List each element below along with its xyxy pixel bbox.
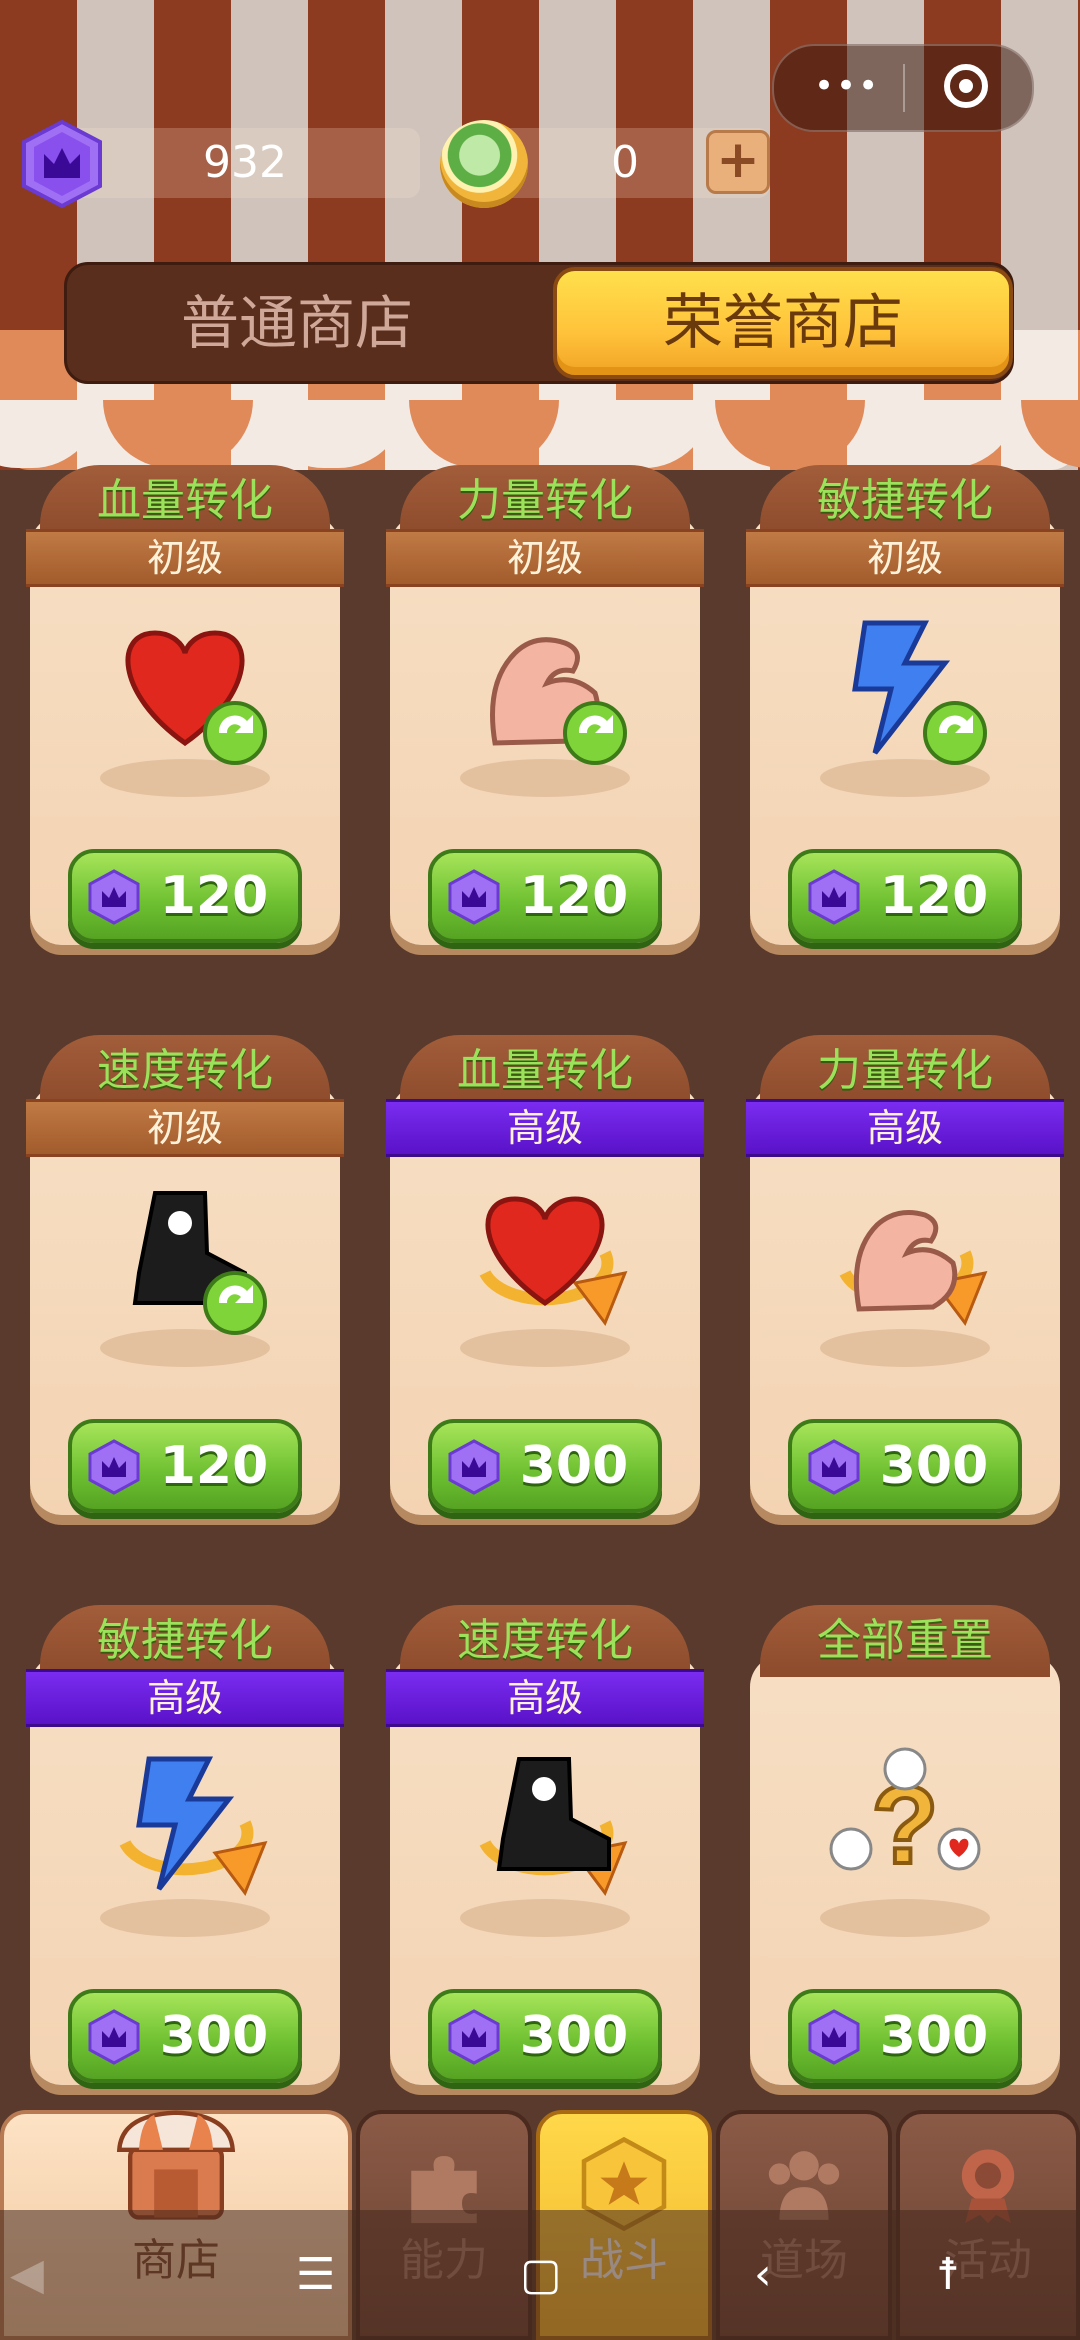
- shop-item-card[interactable]: 力量转化 高级 300: [746, 1035, 1064, 1525]
- tier-ribbon: 高级: [386, 1099, 704, 1157]
- card-title: 血量转化: [457, 1045, 633, 1096]
- miniprogram-capsule: •••: [772, 44, 1034, 132]
- shop-item-card[interactable]: 敏捷转化 高级 300: [26, 1605, 344, 2095]
- honor-gem-icon: [446, 869, 502, 925]
- system-nav-bar: ☰ ▢ ‹ ☨ ◀ ▶: [0, 2210, 1080, 2340]
- card-title: 血量转化: [97, 475, 273, 526]
- coins-value: 0: [611, 137, 639, 188]
- heart-swap-icon: [125, 630, 267, 765]
- shop-item-card[interactable]: 速度转化 高级 300: [386, 1605, 704, 2095]
- price-value: 120: [879, 866, 989, 926]
- price-value: 120: [159, 866, 269, 926]
- shop-item-card[interactable]: 力量转化 初级 120: [386, 465, 704, 955]
- buy-button[interactable]: 120: [68, 1419, 302, 1513]
- price-value: 300: [519, 1436, 629, 1496]
- awning-scallops: [0, 400, 1080, 470]
- price-value: 120: [519, 866, 629, 926]
- shop-item-card[interactable]: 敏捷转化 初级 120: [746, 465, 1064, 955]
- shop-item-card[interactable]: 血量转化 初级 120: [26, 465, 344, 955]
- tier-ribbon: 初级: [386, 529, 704, 587]
- system-menu-icon[interactable]: ☰: [296, 2250, 335, 2300]
- honor-points-value: 932: [203, 137, 287, 188]
- honor-gem-icon: [446, 2009, 502, 2065]
- card-title: 速度转化: [457, 1615, 633, 1666]
- tier-ribbon: 高级: [746, 1099, 1064, 1157]
- more-menu-icon[interactable]: •••: [814, 68, 878, 108]
- honor-gem-icon: [806, 869, 862, 925]
- buy-button[interactable]: 120: [428, 849, 662, 943]
- arm-swap-icon: [490, 637, 627, 765]
- buy-button[interactable]: 300: [788, 1419, 1022, 1513]
- buy-button[interactable]: 300: [68, 1989, 302, 2083]
- card-title: 速度转化: [97, 1045, 273, 1096]
- buy-button[interactable]: 300: [428, 1419, 662, 1513]
- tab-normal-shop[interactable]: 普通商店: [67, 265, 527, 381]
- shop-item-card[interactable]: 全部重置? 300: [750, 1605, 1060, 2095]
- card-title: 力量转化: [457, 475, 633, 526]
- shop-item-card[interactable]: 血量转化 高级 300: [386, 1035, 704, 1525]
- honor-gem-icon: [806, 2009, 862, 2065]
- shop-icon: [116, 2110, 236, 2220]
- tab-honor-shop[interactable]: 荣誉商店: [553, 267, 1013, 379]
- tier-ribbon: 初级: [746, 529, 1064, 587]
- card-title: 力量转化: [817, 1045, 993, 1096]
- tier-ribbon: 初级: [26, 529, 344, 587]
- close-target-icon[interactable]: [944, 64, 988, 108]
- tier-ribbon: 初级: [26, 1099, 344, 1157]
- left-arrow-icon[interactable]: ◀: [10, 2250, 44, 2300]
- boot-cycle-icon: [479, 1757, 628, 1897]
- tier-ribbon: 高级: [386, 1669, 704, 1727]
- reset-all-icon: ?: [829, 1747, 981, 1889]
- accessibility-icon[interactable]: ☨: [936, 2250, 960, 2300]
- boot-swap-icon: [132, 1191, 267, 1335]
- system-back-icon[interactable]: ‹: [754, 2250, 772, 2300]
- honor-gem-icon: [22, 120, 102, 208]
- price-value: 300: [879, 2006, 989, 2066]
- card-title: 敏捷转化: [97, 1615, 273, 1666]
- add-coins-button[interactable]: +: [706, 130, 770, 194]
- card-title: 全部重置: [817, 1615, 993, 1666]
- price-value: 300: [879, 1436, 989, 1496]
- honor-gem-icon: [446, 1439, 502, 1495]
- honor-gem-icon: [86, 869, 142, 925]
- heart-cycle-icon: [479, 1196, 628, 1327]
- buy-button[interactable]: 300: [428, 1989, 662, 2083]
- honor-gem-icon: [806, 1439, 862, 1495]
- capsule-divider: [903, 64, 905, 112]
- buy-button[interactable]: 120: [68, 849, 302, 943]
- honor-gem-icon: [86, 2009, 142, 2065]
- arm-cycle-icon: [839, 1210, 988, 1327]
- buy-button[interactable]: 120: [788, 849, 1022, 943]
- price-value: 300: [519, 2006, 629, 2066]
- bolt-swap-icon: [852, 620, 987, 765]
- system-home-icon[interactable]: ▢: [520, 2250, 562, 2300]
- buy-button[interactable]: 300: [788, 1989, 1022, 2083]
- card-title: 敏捷转化: [817, 475, 993, 526]
- shop-item-card[interactable]: 速度转化 初级 120: [26, 1035, 344, 1525]
- bolt-cycle-icon: [119, 1756, 268, 1897]
- honor-gem-icon: [86, 1439, 142, 1495]
- coin-icon: [440, 120, 528, 208]
- shop-tabs: 普通商店 荣誉商店: [64, 262, 1014, 384]
- tier-ribbon: 高级: [26, 1669, 344, 1727]
- price-value: 300: [159, 2006, 269, 2066]
- price-value: 120: [159, 1436, 269, 1496]
